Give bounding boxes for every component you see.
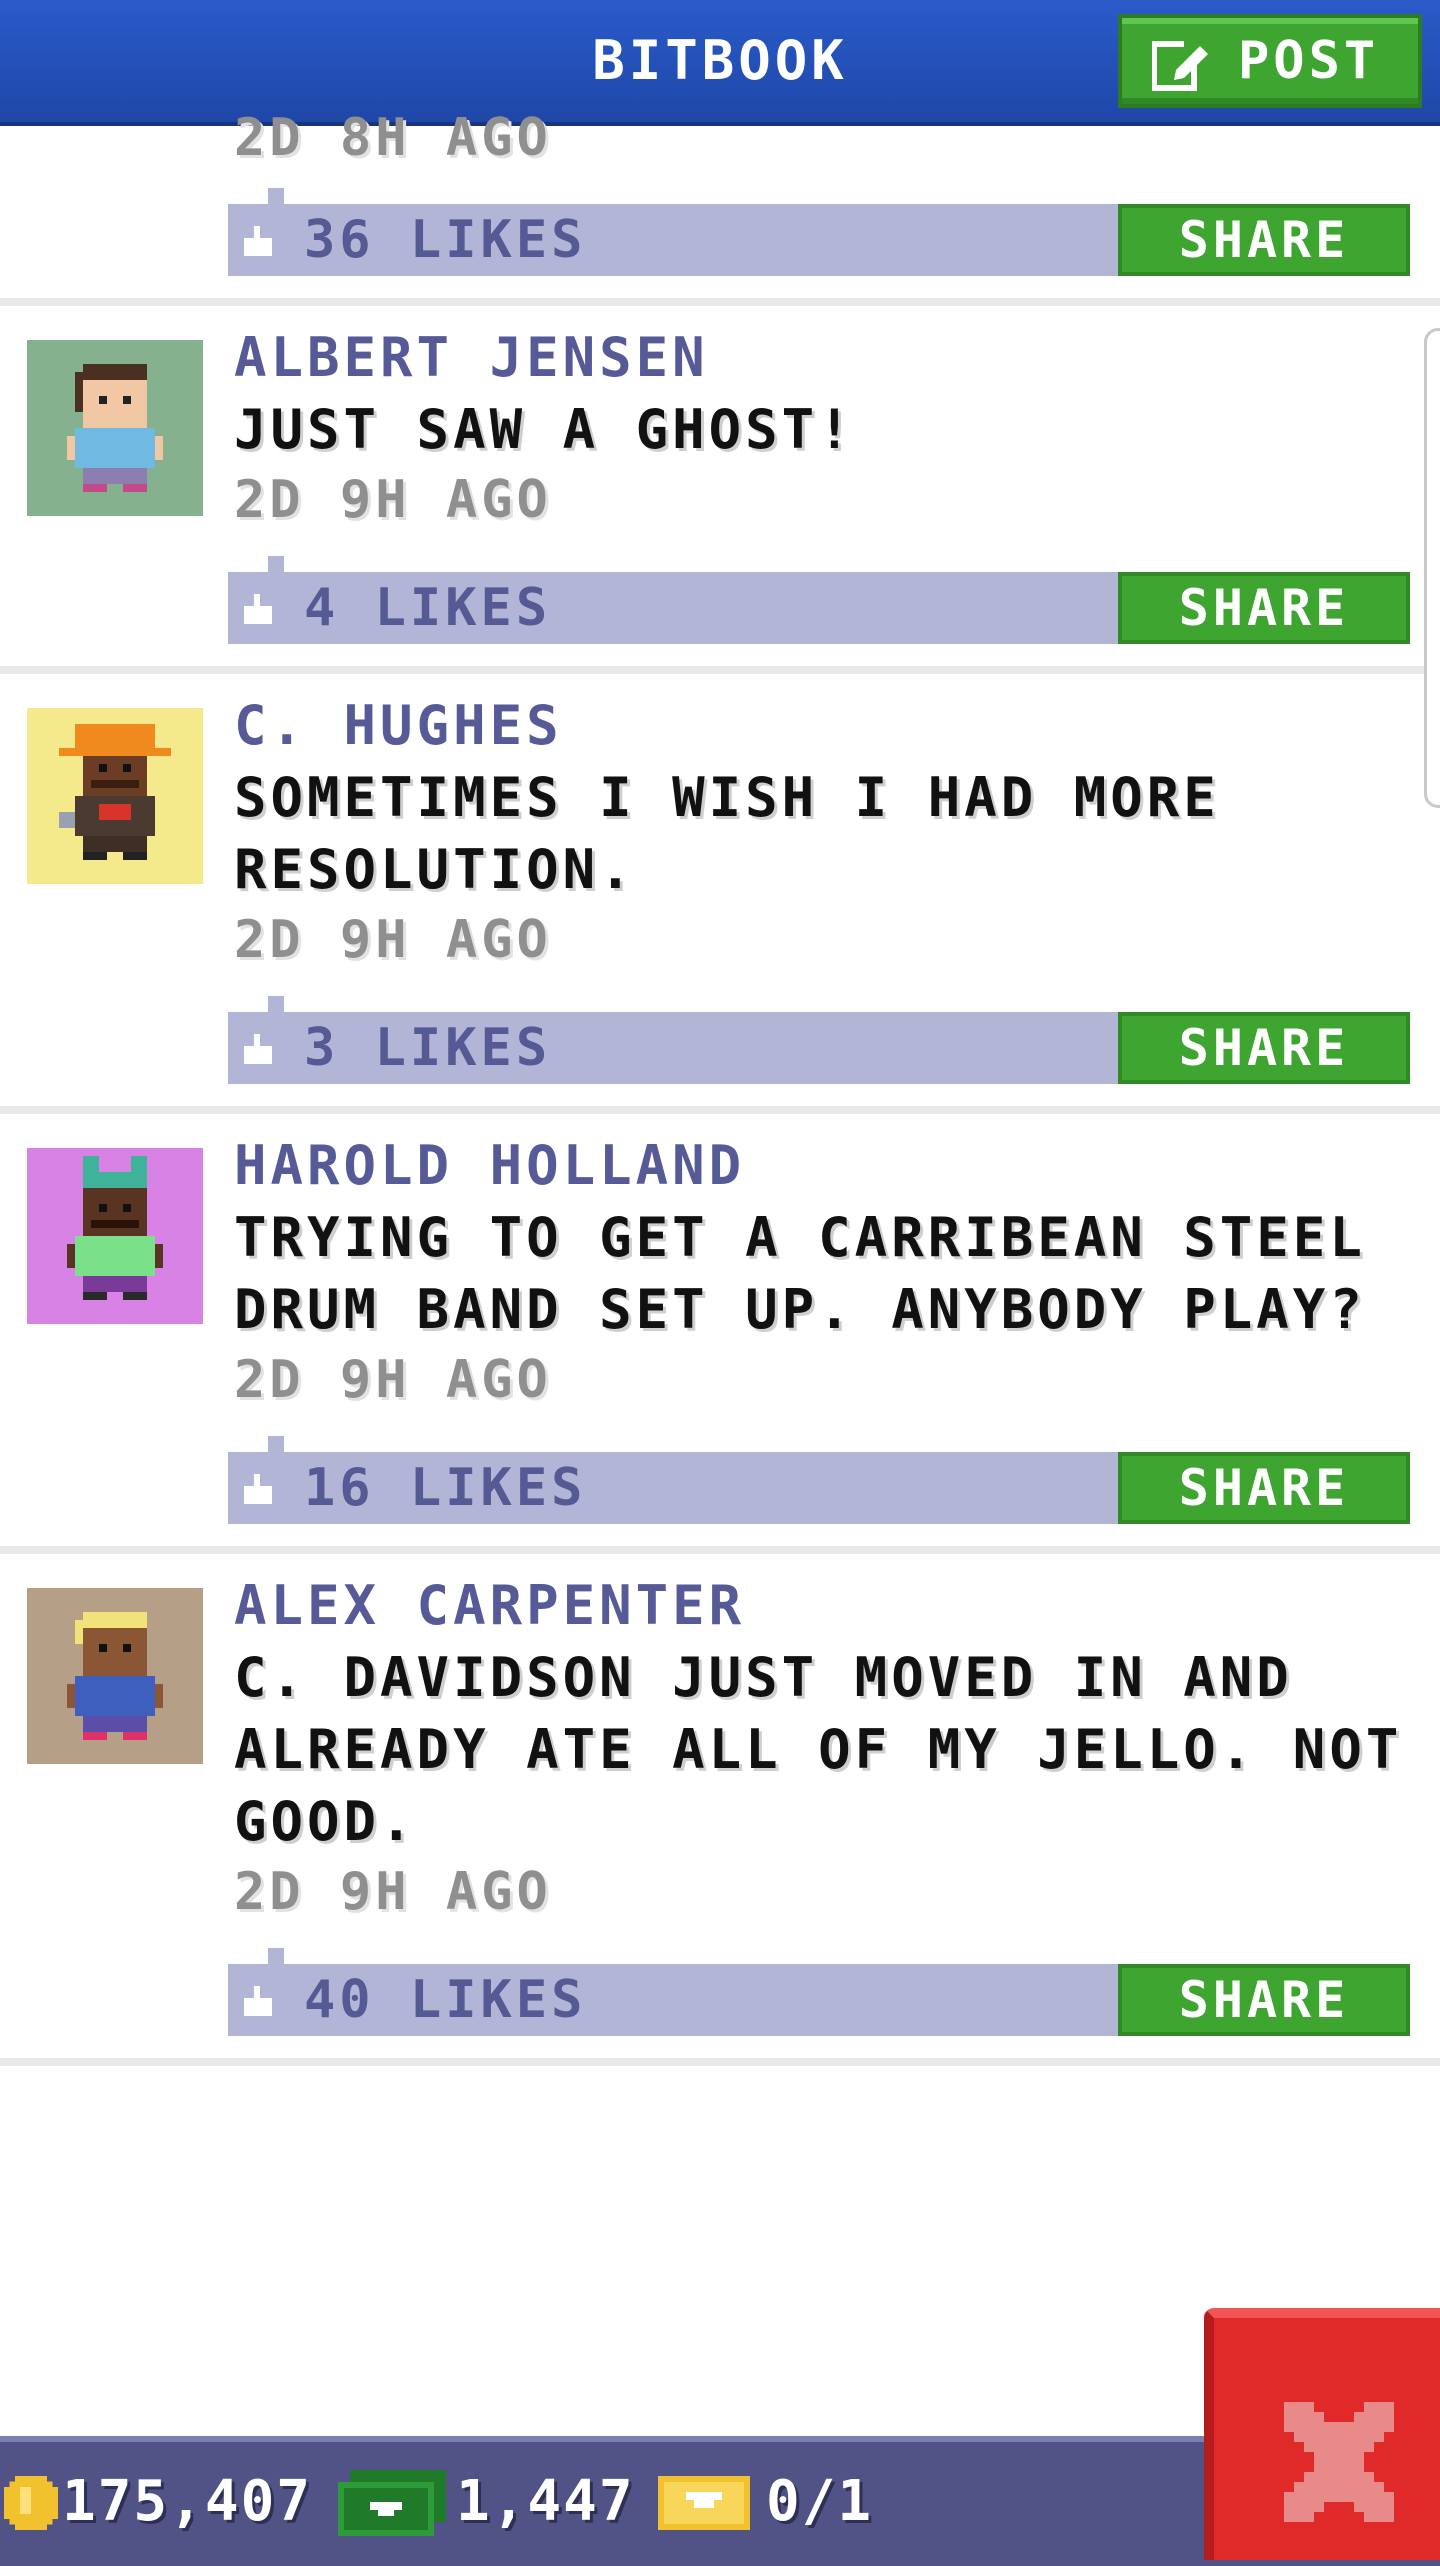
share-button[interactable]: SHARE xyxy=(1118,1012,1410,1084)
post-text: JUST SAW A GHOST! xyxy=(234,398,855,461)
post-divider xyxy=(0,1546,1440,1554)
coin-count: 175,407 xyxy=(62,2469,313,2534)
like-bar-tab xyxy=(268,996,284,1012)
post-author[interactable]: HAROLD HOLLAND xyxy=(234,1134,745,1197)
post-time: 2D 9H AGO xyxy=(234,1350,552,1410)
scrollbar[interactable] xyxy=(1424,328,1440,808)
avatar[interactable] xyxy=(27,340,203,516)
post-divider xyxy=(0,666,1440,674)
post-author[interactable]: C. HUGHES xyxy=(234,694,563,757)
post-text: SOMETIMES I WISH I HAD MORE RESOLUTION. xyxy=(234,766,1220,901)
bux-count: 1,447 xyxy=(456,2469,635,2534)
post-button-label: POST xyxy=(1238,31,1380,91)
bux-icon xyxy=(338,2470,446,2536)
likes-count: 16 LIKES xyxy=(304,1458,587,1518)
post-divider xyxy=(0,2058,1440,2066)
post-author[interactable]: ALBERT JENSEN xyxy=(234,326,709,389)
post-time: 2D 8H AGO xyxy=(234,108,552,168)
like-bar: 16 LIKES SHARE xyxy=(228,1436,1410,1524)
thumbs-up-icon[interactable] xyxy=(242,1034,274,1064)
thumbs-up-icon[interactable] xyxy=(242,1474,274,1504)
thumbs-up-icon xyxy=(244,226,272,256)
likes-count: 40 LIKES xyxy=(304,1970,587,2030)
like-bar: 3 LIKES SHARE xyxy=(228,996,1410,1084)
post-text: TRYING TO GET A CARRIBEAN STEEL DRUM BAN… xyxy=(234,1206,1366,1341)
like-bar: 40 LIKES SHARE xyxy=(228,1948,1410,2036)
post-author[interactable]: ALEX CARPENTER xyxy=(234,1574,745,1637)
post-divider xyxy=(0,298,1440,306)
post-button[interactable]: POST xyxy=(1118,14,1422,108)
post-time: 2D 9H AGO xyxy=(234,1862,552,1922)
like-bar-tab xyxy=(268,1436,284,1452)
coin-icon xyxy=(4,2476,58,2530)
avatar[interactable] xyxy=(27,1588,203,1764)
avatar[interactable] xyxy=(27,708,203,884)
close-button[interactable] xyxy=(1204,2308,1440,2560)
ticket-icon xyxy=(658,2476,750,2530)
like-bar-tab xyxy=(268,188,284,204)
ticket-count: 0/1 xyxy=(766,2469,874,2534)
avatar[interactable] xyxy=(27,1148,203,1324)
thumbs-up-icon[interactable] xyxy=(242,594,274,624)
app-header: BITBOOK POST xyxy=(0,0,1440,126)
share-button[interactable]: SHARE xyxy=(1118,1452,1410,1524)
close-icon xyxy=(1284,2402,1394,2522)
like-bar: 36 LIKES SHARE xyxy=(228,188,1410,276)
post-text: C. DAVIDSON JUST MOVED IN AND ALREADY AT… xyxy=(234,1646,1403,1853)
thumbs-up-icon[interactable] xyxy=(242,1986,274,2016)
post-divider xyxy=(0,1106,1440,1114)
like-bar-tab xyxy=(268,556,284,572)
like-bar-tab xyxy=(268,1948,284,1964)
likes-count: 4 LIKES xyxy=(304,578,552,638)
likes-count: 36 LIKES xyxy=(304,210,587,270)
post-time: 2D 9H AGO xyxy=(234,470,552,530)
share-button[interactable]: SHARE xyxy=(1118,572,1410,644)
share-button[interactable]: SHARE xyxy=(1118,1964,1410,2036)
share-button[interactable]: SHARE xyxy=(1118,204,1410,276)
like-bar: 4 LIKES SHARE xyxy=(228,556,1410,644)
likes-count: 3 LIKES xyxy=(304,1018,552,1078)
post-time: 2D 9H AGO xyxy=(234,910,552,970)
edit-icon xyxy=(1152,36,1212,91)
